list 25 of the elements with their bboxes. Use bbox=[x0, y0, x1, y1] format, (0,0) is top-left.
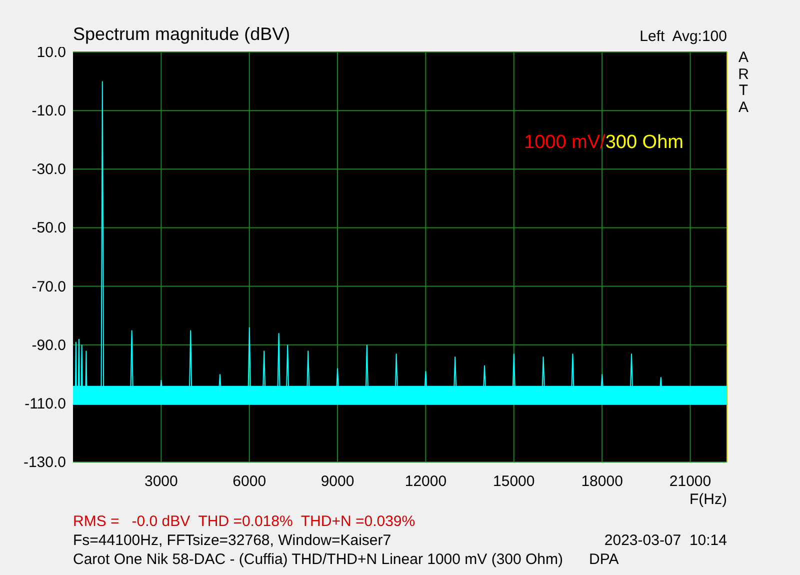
measurement-summary: RMS = -0.0 dBV THD =0.018% THD+N =0.039% bbox=[73, 512, 416, 531]
logo-text: ARTA bbox=[737, 48, 750, 118]
y-tick-label: -10.0 bbox=[32, 102, 66, 120]
chart-title: Spectrum magnitude (dBV) bbox=[73, 24, 290, 45]
y-tick-label: -90.0 bbox=[32, 336, 66, 354]
y-tick-label: -130.0 bbox=[23, 454, 66, 471]
channel-label: Left bbox=[640, 28, 665, 45]
annotation-text: 1000 mV/300 Ohm bbox=[524, 132, 684, 153]
x-tick-label: 9000 bbox=[320, 473, 354, 490]
timestamp: 2023-03-07 10:14 bbox=[604, 531, 727, 550]
x-tick-label: 12000 bbox=[404, 473, 447, 490]
description-text: Carot One Nik 58-DAC - (Cuffia) THD/THD+N Linear 1000 mV (300 Ohm) bbox=[73, 550, 564, 569]
settings-text: Fs=44100Hz, FFTsize=32768, Window=Kaiser7 bbox=[73, 531, 392, 550]
y-tick-label: -70.0 bbox=[32, 278, 66, 296]
x-tick-label: 15000 bbox=[493, 473, 535, 490]
average-label: Avg:100 bbox=[672, 28, 727, 45]
y-tick-label: -110.0 bbox=[24, 395, 66, 412]
x-tick-label: 3000 bbox=[144, 473, 178, 490]
axis-label: F(Hz) bbox=[690, 491, 727, 507]
tag-label: DPA bbox=[589, 550, 619, 569]
x-tick-label: 6000 bbox=[232, 473, 266, 490]
y-tick-label: -50.0 bbox=[32, 220, 66, 237]
x-tick-label: 21000 bbox=[669, 473, 712, 490]
x-tick-label: 18000 bbox=[581, 473, 623, 490]
y-tick-label: -30.0 bbox=[32, 161, 66, 178]
